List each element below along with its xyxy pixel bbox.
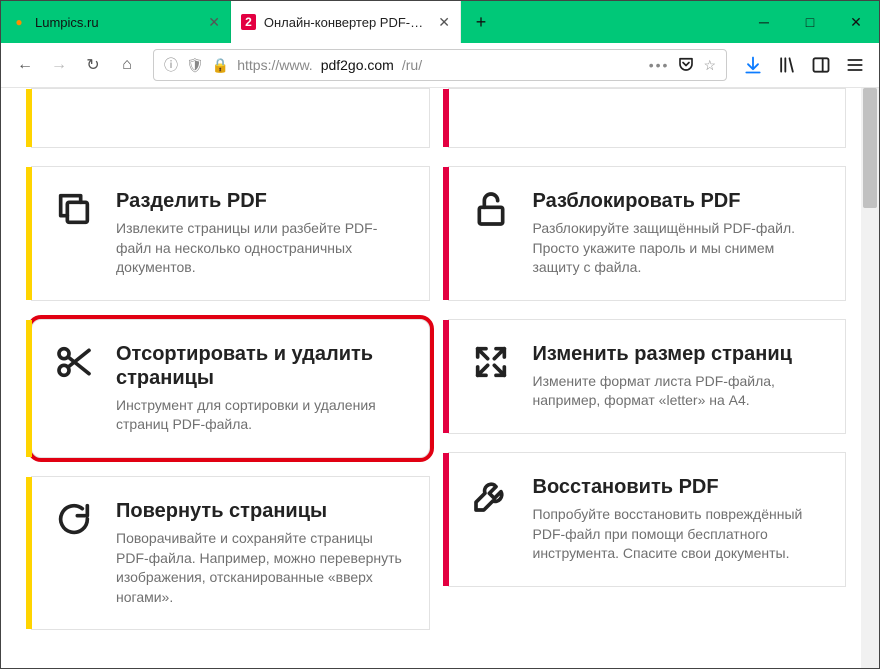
card-repair-pdf[interactable]: Восстановить PDF Попробуйте восстановить… <box>448 452 847 587</box>
card-title: Отсортировать и удалить страницы <box>116 342 407 390</box>
close-icon[interactable]: ✕ <box>208 14 220 31</box>
new-tab-button[interactable]: + <box>461 1 501 43</box>
scrollbar-track[interactable] <box>861 88 879 668</box>
page-content: Разделить PDF Извлеките страницы или раз… <box>1 88 879 668</box>
maximize-button[interactable]: □ <box>787 1 833 43</box>
reload-button[interactable]: ↻ <box>77 49 109 81</box>
card-desc: Измените формат листа PDF-файла, наприме… <box>533 372 824 411</box>
url-path: /ru/ <box>402 57 422 73</box>
card-desc: Инструмент для сортировки и удаления стр… <box>116 396 407 435</box>
info-icon[interactable]: ⓘ <box>164 55 178 75</box>
card-sort-delete-pages[interactable]: Отсортировать и удалить страницы Инструм… <box>31 319 430 458</box>
star-icon[interactable]: ☆ <box>703 57 716 74</box>
pocket-icon[interactable] <box>677 55 695 76</box>
card-title: Разблокировать PDF <box>533 189 824 213</box>
favicon-pdf2go: 2 <box>241 14 256 30</box>
titlebar: ● Lumpics.ru ✕ 2 Онлайн-конвертер PDF-фа… <box>1 1 879 43</box>
url-host: pdf2go.com <box>321 57 394 73</box>
card-placeholder-right[interactable] <box>448 88 847 148</box>
card-title: Изменить размер страниц <box>533 342 824 366</box>
card-desc: Извлеките страницы или разбейте PDF-файл… <box>116 219 407 278</box>
expand-icon <box>467 342 515 390</box>
wrench-icon <box>467 475 515 523</box>
downloads-button[interactable] <box>737 49 769 81</box>
close-icon[interactable]: ✕ <box>438 14 450 31</box>
tab-title: Lumpics.ru <box>35 15 99 30</box>
back-button[interactable]: ← <box>9 49 41 81</box>
left-column: Разделить PDF Извлеките страницы или раз… <box>31 88 430 630</box>
home-button[interactable]: ⌂ <box>111 49 143 81</box>
url-prefix: https://www. <box>237 57 312 73</box>
meatballs-icon[interactable]: ••• <box>649 57 670 73</box>
library-button[interactable] <box>771 49 803 81</box>
scissors-icon <box>50 342 98 390</box>
lock-icon: 🔒 <box>212 57 229 74</box>
card-title: Разделить PDF <box>116 189 407 213</box>
right-column: Разблокировать PDF Разблокируйте защищён… <box>448 88 847 630</box>
sidebar-button[interactable] <box>805 49 837 81</box>
rotate-icon <box>50 499 98 547</box>
card-title: Повернуть страницы <box>116 499 407 523</box>
unlock-icon <box>467 189 515 237</box>
minimize-button[interactable]: ─ <box>741 1 787 43</box>
tab-pdf2go[interactable]: 2 Онлайн-конвертер PDF-файл ✕ <box>231 1 461 43</box>
favicon-lumpics: ● <box>11 14 27 30</box>
card-split-pdf[interactable]: Разделить PDF Извлеките страницы или раз… <box>31 166 430 301</box>
menu-button[interactable] <box>839 49 871 81</box>
scrollbar-thumb[interactable] <box>863 88 877 208</box>
address-bar[interactable]: ⓘ 🛡 🔒 https://www. pdf2go.com/ru/ ••• ☆ <box>153 49 727 81</box>
card-unlock-pdf[interactable]: Разблокировать PDF Разблокируйте защищён… <box>448 166 847 301</box>
card-placeholder-left[interactable] <box>31 88 430 148</box>
card-resize-pages[interactable]: Изменить размер страниц Измените формат … <box>448 319 847 434</box>
card-desc: Попробуйте восстановить повреждённый PDF… <box>533 505 824 564</box>
card-desc: Поворачивайте и сохраняйте страницы PDF-… <box>116 529 407 607</box>
card-rotate-pages[interactable]: Повернуть страницы Поворачивайте и сохра… <box>31 476 430 630</box>
window-controls: ─ □ ✕ <box>741 1 879 43</box>
close-window-button[interactable]: ✕ <box>833 1 879 43</box>
tab-title: Онлайн-конвертер PDF-файл <box>264 15 430 30</box>
card-desc: Разблокируйте защищённый PDF-файл. Прост… <box>533 219 824 278</box>
card-title: Восстановить PDF <box>533 475 824 499</box>
forward-button[interactable]: → <box>43 49 75 81</box>
tab-lumpics[interactable]: ● Lumpics.ru ✕ <box>1 1 231 43</box>
shield-icon[interactable]: 🛡 <box>186 57 204 74</box>
copy-icon <box>50 189 98 237</box>
nav-toolbar: ← → ↻ ⌂ ⓘ 🛡 🔒 https://www. pdf2go.com/ru/… <box>1 43 879 88</box>
